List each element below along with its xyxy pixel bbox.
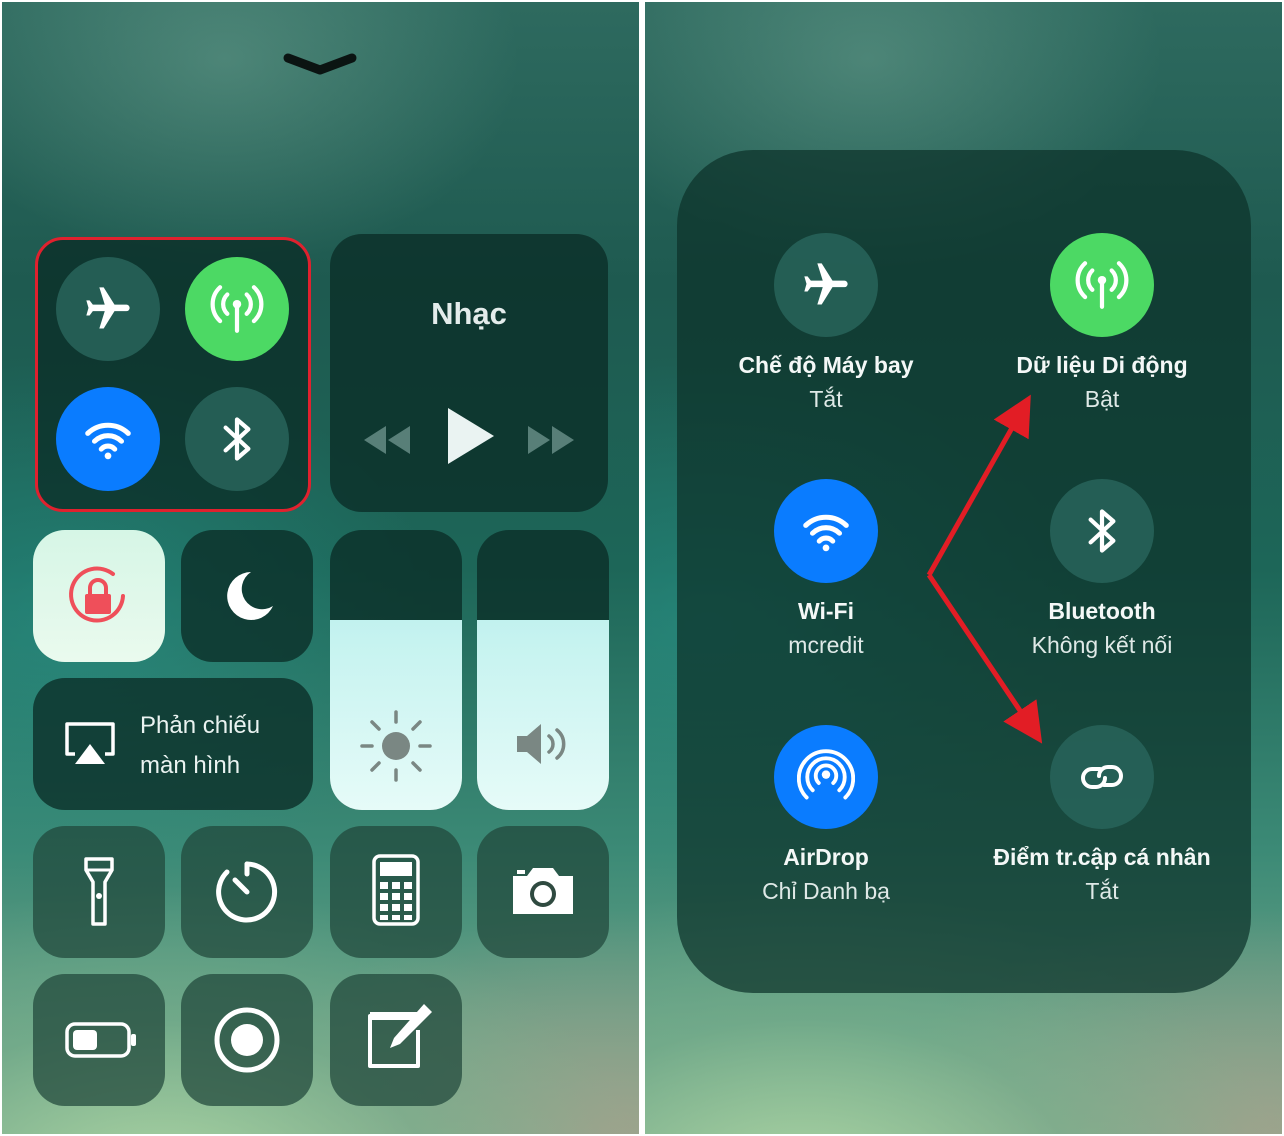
- airplay-icon: [63, 720, 117, 768]
- calculator-icon: [372, 854, 420, 926]
- highlight-box: [35, 237, 311, 512]
- timer-icon: [215, 860, 279, 924]
- annotation-arrows: [926, 394, 1043, 744]
- flashlight-button[interactable]: [33, 826, 165, 958]
- volume-slider[interactable]: [477, 530, 609, 810]
- arrow-to-cellular: [926, 394, 1031, 577]
- calculator-button[interactable]: [330, 826, 462, 958]
- flashlight-icon: [83, 856, 115, 928]
- screen-mirroring-line2: màn hình: [140, 752, 241, 779]
- expanded-connectivity-panel: Chế độ Máy bay Tắt Dữ liệu Di động Bật W…: [645, 2, 1282, 1134]
- low-power-mode-button[interactable]: [33, 974, 165, 1106]
- screen-mirroring-button[interactable]: Phản chiếu màn hình: [33, 678, 313, 810]
- moon-icon: [217, 566, 277, 626]
- rewind-icon[interactable]: [360, 422, 412, 458]
- fast-forward-icon[interactable]: [526, 422, 578, 458]
- camera-icon: [509, 864, 577, 916]
- rotation-lock-toggle[interactable]: [33, 530, 165, 662]
- rotation-lock-icon: [61, 558, 137, 634]
- camera-button[interactable]: [477, 826, 609, 958]
- screen-recording-button[interactable]: [181, 974, 313, 1106]
- record-icon: [213, 1006, 281, 1074]
- do-not-disturb-toggle[interactable]: [181, 530, 313, 662]
- screen-mirroring-line1: Phản chiếu: [140, 712, 261, 739]
- music-title: Nhạc: [431, 296, 507, 331]
- battery-icon: [65, 1022, 137, 1058]
- music-module[interactable]: Nhạc: [330, 234, 608, 512]
- notes-icon: [366, 1000, 436, 1072]
- screen-mirroring-label: Phản chiếu màn hình: [140, 706, 260, 786]
- speaker-icon: [515, 722, 575, 766]
- dismiss-chevron-icon[interactable]: [282, 50, 358, 80]
- notes-button[interactable]: [330, 974, 462, 1106]
- timer-button[interactable]: [181, 826, 313, 958]
- play-icon[interactable]: [444, 406, 496, 466]
- volume-fill: [477, 619, 609, 810]
- sun-icon: [358, 708, 434, 784]
- control-center-panel: Nhạc Phản chiếu màn hình: [2, 2, 639, 1134]
- brightness-slider[interactable]: [330, 530, 462, 810]
- arrow-to-hotspot: [926, 573, 1043, 744]
